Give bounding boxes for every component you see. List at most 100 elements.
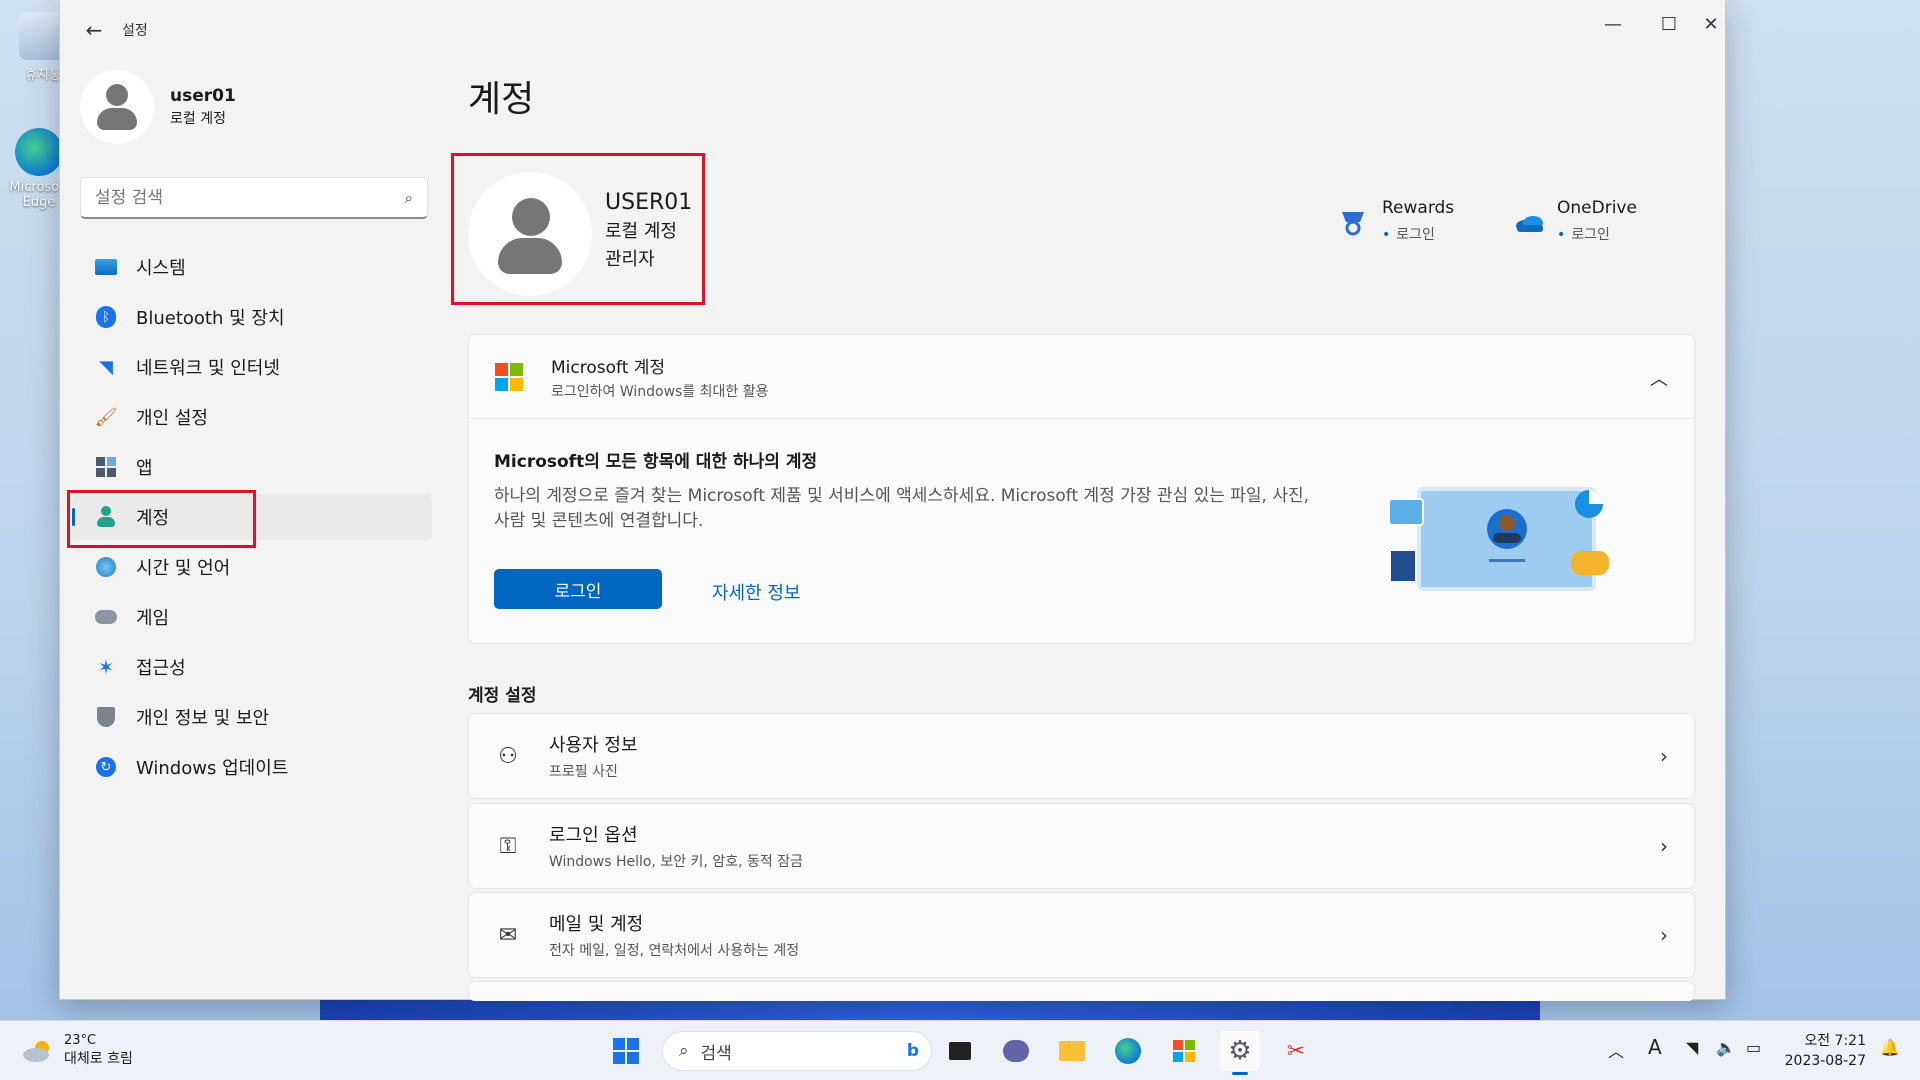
minimize-icon: — [1604,13,1622,35]
microsoft-account-illustration [1388,479,1609,609]
shield-icon [94,705,118,729]
close-button[interactable]: ✕ [1697,6,1725,42]
onedrive-icon [1513,208,1543,238]
settings-search-box[interactable]: ⌕ [80,177,428,219]
search-icon: ⌕ [404,188,413,207]
sidebar-item-label: 시스템 [136,258,186,279]
service-name: Rewards [1382,198,1455,218]
store-button[interactable] [1164,1031,1204,1071]
highlight-box-accounts-nav [67,490,256,548]
signin-button[interactable]: 로그인 [494,569,662,609]
sidebar-profile[interactable]: user01 로컬 계정 [80,70,236,144]
globe-clock-icon [94,555,118,579]
sidebar-item-apps[interactable]: 앱 [72,444,432,490]
account-name: USER01 [605,190,693,215]
clock-date: 2023-08-27 [1784,1053,1866,1070]
rewards-service[interactable]: Rewards 로그인 [1338,198,1454,244]
notification-icon[interactable]: 🔔 [1880,1038,1900,1057]
apps-icon [94,455,118,479]
row-subtitle: Windows Hello, 보안 키, 암호, 동적 잠금 [549,854,803,870]
battery-icon[interactable]: ▭ [1746,1038,1761,1057]
window-title: 설정 [122,23,148,39]
rewards-icon [1338,208,1368,238]
chevron-right-icon: › [1660,834,1668,858]
title-bar: ← 설정 — ☐ ✕ [60,0,1725,56]
sidebar-item-label: Windows 업데이트 [136,758,289,779]
snipping-tool-button[interactable]: ✂ [1276,1031,1316,1071]
task-view-icon [949,1042,971,1060]
card-description: 하나의 계정으로 즐겨 찾는 Microsoft 제품 및 서비스에 액세스하세… [494,486,1310,531]
chevron-up-icon[interactable]: ︿ [1650,365,1668,391]
settings-row-partial[interactable] [468,981,1695,1001]
sidebar-item-gaming[interactable]: 게임 [72,594,432,640]
weather-temp: 23°C [64,1033,97,1048]
search-input[interactable] [95,187,405,208]
row-title: 로그인 옵션 [549,825,638,846]
sidebar-item-accessibility[interactable]: ✶ 접근성 [72,644,432,690]
bing-icon: b [906,1041,919,1061]
sidebar-item-personalization[interactable]: 🖌 개인 설정 [72,394,432,440]
start-button[interactable] [606,1031,646,1071]
settings-button[interactable]: ⚙ [1220,1031,1260,1075]
clock[interactable]: 오전 7:21 2023-08-27 [1785,1031,1866,1072]
microsoft-logo-icon [495,362,523,391]
chevron-right-icon: › [1660,744,1668,768]
maximize-button[interactable]: ☐ [1641,6,1697,42]
row-subtitle: 전자 메일, 일정, 연락처에서 사용하는 계정 [549,943,800,959]
gamepad-icon [94,605,118,629]
account-avatar [468,172,592,296]
account-type: 로컬 계정 [605,221,677,242]
account-role: 관리자 [605,249,655,270]
sidebar-item-windows-update[interactable]: ↻ Windows 업데이트 [72,744,432,790]
microsoft-account-header[interactable]: Microsoft 계정 로그인하여 Windows를 최대한 활용 ︿ [469,335,1694,419]
edge-button[interactable] [1108,1031,1148,1071]
wifi-icon[interactable]: ◥ [1686,1038,1698,1057]
minimize-button[interactable]: — [1585,6,1641,42]
task-view-button[interactable] [940,1031,980,1071]
row-title: 메일 및 계정 [549,914,644,935]
search-icon: ⌕ [679,1041,689,1061]
sidebar-item-system[interactable]: 시스템 [72,244,432,290]
row-subtitle: 프로필 사진 [549,764,618,780]
page-title: 계정 [468,79,535,120]
taskbar-search-label: 검색 [700,1043,732,1064]
more-info-link[interactable]: 자세한 정보 [712,579,801,605]
sidebar-item-label: 앱 [136,458,153,479]
weather-widget[interactable]: 23°C 대체로 흐림 [22,1033,133,1068]
onedrive-service[interactable]: OneDrive 로그인 [1513,198,1637,244]
sidebar-item-privacy[interactable]: 개인 정보 및 보안 [72,694,432,740]
sidebar-item-label: 네트워크 및 인터넷 [136,358,280,379]
sidebar-item-bluetooth[interactable]: ᛒ Bluetooth 및 장치 [72,294,432,340]
volume-icon[interactable]: 🔈 [1716,1038,1736,1057]
maximize-icon: ☐ [1660,13,1678,35]
store-icon [1173,1040,1195,1062]
sidebar-item-label: 시간 및 언어 [136,558,231,579]
card-title: Microsoft 계정 [551,357,666,378]
snipping-tool-icon: ✂ [1286,1038,1306,1064]
weather-condition: 대체로 흐림 [64,1051,133,1067]
settings-row-signin-options[interactable]: ⚿ 로그인 옵션 Windows Hello, 보안 키, 암호, 동적 잠금 … [468,803,1695,889]
start-icon [613,1038,639,1064]
clock-time: 오전 7:21 [1804,1033,1866,1049]
teams-icon [1003,1040,1029,1062]
bluetooth-icon: ᛒ [94,305,118,329]
settings-row-mail-accounts[interactable]: ✉ 메일 및 계정 전자 메일, 일정, 연락처에서 사용하는 계정 › [468,892,1695,978]
file-explorer-button[interactable] [1052,1031,1092,1071]
ime-indicator[interactable]: A [1648,1035,1662,1059]
sidebar-item-time-language[interactable]: 시간 및 언어 [72,544,432,590]
account-info: USER01 로컬 계정 관리자 [605,190,692,271]
settings-row-user-info[interactable]: ⚇ 사용자 정보 프로필 사진 › [468,713,1695,799]
update-icon: ↻ [94,755,118,779]
service-status: 로그인 [1557,224,1637,244]
back-button[interactable]: ← [80,16,108,44]
sidebar-item-label: Bluetooth 및 장치 [136,308,285,329]
teams-button[interactable] [996,1031,1036,1071]
taskbar-search[interactable]: ⌕ 검색 b [662,1031,932,1071]
brush-icon: 🖌 [94,406,118,428]
card-heading: Microsoft의 모든 항목에 대한 하나의 계정 [494,452,818,472]
settings-icon: ⚙ [1228,1036,1252,1066]
chevron-up-icon[interactable]: ︿ [1608,1038,1624,1062]
service-status: 로그인 [1382,224,1454,244]
sidebar-item-network[interactable]: ◥ 네트워크 및 인터넷 [72,344,432,390]
microsoft-account-card: Microsoft 계정 로그인하여 Windows를 최대한 활용 ︿ Mic… [468,334,1695,644]
